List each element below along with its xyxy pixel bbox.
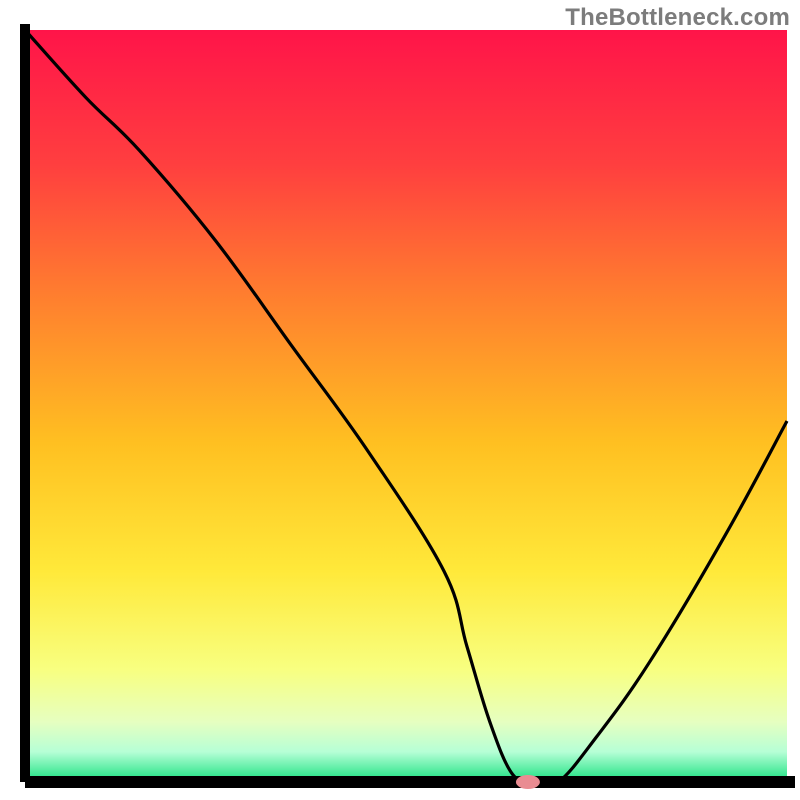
watermark-text: TheBottleneck.com xyxy=(565,4,790,32)
plot-background xyxy=(25,30,787,782)
chart-container: TheBottleneck.com xyxy=(0,0,800,800)
bottleneck-chart xyxy=(0,0,800,800)
optimum-marker xyxy=(516,775,540,789)
